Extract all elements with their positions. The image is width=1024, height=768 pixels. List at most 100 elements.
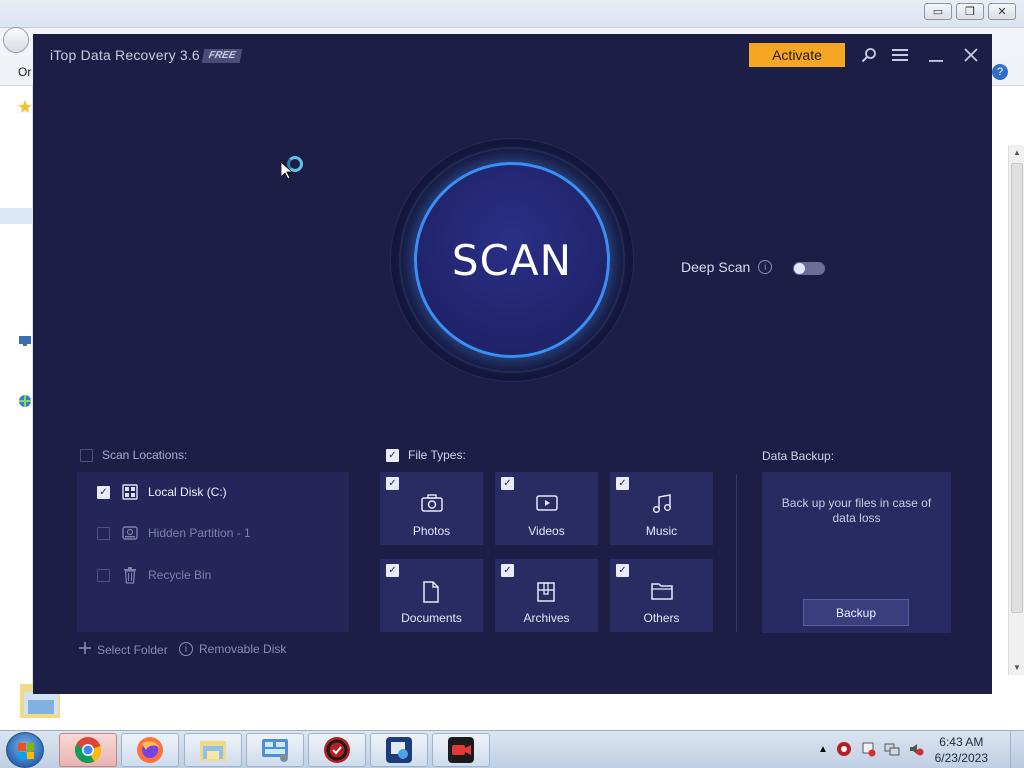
location-label: Recycle Bin [148, 568, 212, 582]
background-details-pane [0, 693, 1024, 730]
file-type-videos[interactable]: ✓ Videos [495, 472, 598, 545]
background-window-titlebar: ▭ ❐ ✕ [0, 0, 1024, 28]
file-explorer-icon [200, 741, 226, 761]
menu-icon[interactable] [889, 44, 911, 66]
itop-tray-icon[interactable] [836, 741, 852, 757]
documents-checkbox[interactable]: ✓ [386, 564, 399, 577]
deep-scan-option: Deep Scan i [681, 259, 773, 275]
start-button[interactable] [6, 732, 44, 768]
taskbar-firefox[interactable] [121, 733, 179, 767]
scan-dial: SCAN [390, 138, 634, 382]
archives-checkbox[interactable]: ✓ [501, 564, 514, 577]
info-icon[interactable]: i [758, 260, 773, 274]
taskbar-screen-recorder[interactable] [432, 733, 490, 767]
removable-disk-link[interactable]: i Removable Disk [179, 642, 286, 656]
section-divider [736, 474, 737, 632]
location-label: Local Disk (C:) [148, 485, 227, 499]
show-hidden-icons-icon[interactable]: ▲ [818, 744, 828, 755]
minimize-icon[interactable] [925, 44, 947, 66]
scrollbar-thumb[interactable] [1011, 163, 1023, 613]
trash-icon [121, 566, 139, 584]
file-type-label: Music [645, 524, 678, 538]
firefox-icon [137, 737, 163, 763]
screen-recorder-icon [448, 737, 474, 763]
clock-time: 6:43 AM [939, 735, 984, 749]
show-desktop-button[interactable] [1010, 731, 1024, 768]
removable-disk-label: Removable Disk [199, 642, 287, 656]
taskbar-file-explorer[interactable] [184, 733, 242, 767]
scan-locations-header: Scan Locations: [80, 448, 187, 462]
system-tray: ▲ [818, 741, 924, 757]
scroll-down-arrow-icon[interactable]: ▼ [1013, 663, 1021, 672]
restore-button[interactable]: ❐ [956, 3, 984, 20]
organize-menu[interactable]: Or [18, 65, 31, 79]
backup-button[interactable]: Backup [803, 599, 909, 626]
chrome-icon [75, 737, 102, 763]
scan-locations-checkbox[interactable] [80, 448, 93, 462]
image-viewer-icon [386, 737, 412, 763]
file-type-photos[interactable]: ✓ Photos [380, 472, 483, 545]
back-button[interactable] [3, 27, 29, 53]
music-checkbox[interactable]: ✓ [616, 477, 629, 490]
free-badge: FREE [201, 49, 243, 63]
backup-description: Back up your files in case of data loss [781, 496, 932, 525]
background-navigation-pane [0, 86, 33, 730]
taskbar-clock[interactable]: 6:43 AM 6/23/2023 [935, 734, 988, 766]
archive-icon [536, 581, 556, 608]
camera-icon [421, 494, 443, 517]
computer-icon [18, 334, 32, 346]
location-item-hidden-partition[interactable]: Hidden Partition - 1 [97, 525, 251, 541]
photos-checkbox[interactable]: ✓ [386, 477, 399, 490]
others-checkbox[interactable]: ✓ [616, 564, 629, 577]
search-icon[interactable] [858, 44, 880, 66]
file-type-label: Videos [528, 524, 565, 538]
info-icon: i [179, 642, 193, 656]
location-item-recycle-bin[interactable]: Recycle Bin [97, 566, 211, 584]
close-button[interactable]: ✕ [988, 3, 1016, 20]
scan-locations-panel: ✓ Local Disk (C:) Hidden Partition - 1 R… [77, 472, 349, 632]
file-type-others[interactable]: ✓ Others [610, 559, 713, 632]
background-scrollbar[interactable]: ▲ ▼ [1008, 145, 1024, 675]
recycle-bin-checkbox[interactable] [97, 568, 110, 582]
data-backup-panel: Back up your files in case of data loss … [762, 472, 951, 633]
deep-scan-toggle[interactable] [793, 262, 825, 275]
taskbar-control-panel[interactable] [246, 733, 304, 767]
action-center-icon[interactable] [860, 741, 876, 757]
file-type-music[interactable]: ✓ Music [610, 472, 713, 545]
taskbar: ▲ 6:43 AM 6/23/2023 [0, 730, 1024, 768]
scan-button[interactable]: SCAN [414, 162, 610, 358]
folder-icon [651, 581, 673, 606]
document-icon [421, 581, 441, 608]
taskbar-itop-data-recovery[interactable] [308, 733, 366, 767]
help-icon[interactable]: ? [992, 64, 1008, 80]
close-icon[interactable] [960, 44, 982, 66]
clock-date: 6/23/2023 [934, 751, 988, 765]
select-folder-link[interactable]: Select Folder [79, 642, 168, 657]
mouse-cursor-icon [280, 161, 294, 185]
hidden-drive-icon [121, 525, 139, 541]
location-item-local-disk[interactable]: ✓ Local Disk (C:) [97, 484, 227, 500]
control-panel-icon [262, 739, 288, 762]
background-window-controls: ▭ ❐ ✕ [924, 3, 1016, 20]
taskbar-image-viewer[interactable] [370, 733, 428, 767]
taskbar-chrome[interactable] [59, 733, 117, 767]
network-icon[interactable] [884, 741, 900, 757]
data-backup-header: Data Backup: [762, 449, 835, 463]
videos-checkbox[interactable]: ✓ [501, 477, 514, 490]
file-type-archives[interactable]: ✓ Archives [495, 559, 598, 632]
deep-scan-label: Deep Scan [681, 259, 751, 275]
local-disk-checkbox[interactable]: ✓ [97, 485, 110, 499]
minimize-button[interactable]: ▭ [924, 3, 952, 20]
file-type-documents[interactable]: ✓ Documents [380, 559, 483, 632]
hidden-partition-checkbox[interactable] [97, 526, 110, 540]
file-types-label: File Types: [408, 448, 466, 462]
file-types-checkbox[interactable]: ✓ [386, 448, 399, 462]
itop-data-recovery-icon [324, 737, 350, 763]
selected-nav-item[interactable] [0, 208, 33, 224]
volume-muted-icon[interactable] [908, 741, 924, 757]
activate-button[interactable]: Activate [749, 43, 845, 67]
select-folder-label: Select Folder [97, 642, 168, 657]
scroll-up-arrow-icon[interactable]: ▲ [1013, 148, 1021, 157]
location-label: Hidden Partition - 1 [148, 526, 251, 540]
plus-icon [79, 642, 91, 657]
